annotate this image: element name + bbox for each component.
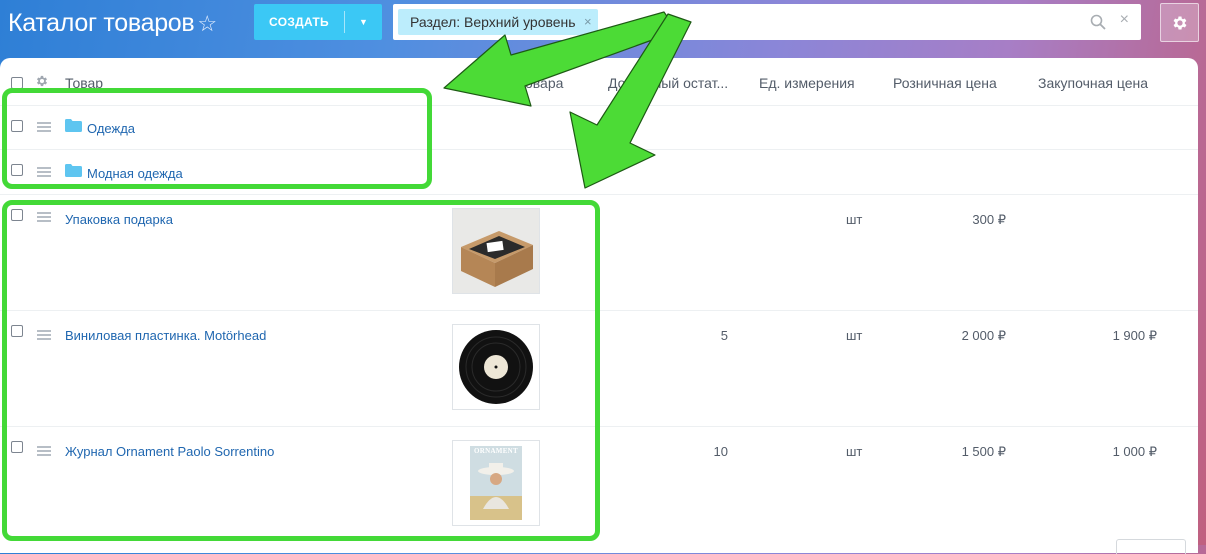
chip-close-icon[interactable]: × <box>584 9 592 35</box>
column-settings-gear-icon[interactable] <box>35 74 49 88</box>
filter-chip-label: Раздел: Верхний уровень <box>410 14 576 30</box>
highlight-products-frame <box>2 200 600 541</box>
page-title: Каталог товаров ☆ <box>8 9 217 38</box>
column-header-unit[interactable]: Ед. измерения <box>759 75 855 91</box>
clear-search-icon[interactable]: × <box>1120 11 1129 29</box>
retail-price-cell: 300 ₽ <box>972 212 1006 227</box>
bottom-control[interactable] <box>1116 539 1186 554</box>
search-icon[interactable] <box>1089 13 1107 31</box>
favorite-star-icon[interactable]: ☆ <box>197 11 217 36</box>
page-title-text: Каталог товаров <box>8 9 195 37</box>
column-header-retail-price[interactable]: Розничная цена <box>893 75 997 91</box>
unit-cell: шт <box>846 444 863 459</box>
purchase-price-cell: 1 900 ₽ <box>1112 328 1157 343</box>
highlight-sections-frame <box>2 88 432 189</box>
filter-search-input[interactable]: Раздел: Верхний уровень × × <box>393 4 1141 40</box>
available-cell: 10 <box>713 444 728 459</box>
gear-icon <box>1173 15 1186 30</box>
unit-cell: шт <box>846 328 863 343</box>
retail-price-cell: 1 500 ₽ <box>961 444 1006 459</box>
purchase-price-cell: 1 000 ₽ <box>1112 444 1157 459</box>
create-button[interactable]: СОЗДАТЬ ▼ <box>254 4 382 40</box>
create-button-label: СОЗДАТЬ <box>269 15 329 29</box>
column-header-available[interactable]: Доступный остат... <box>608 75 728 91</box>
filter-chip[interactable]: Раздел: Верхний уровень × <box>398 9 598 35</box>
chevron-down-icon[interactable]: ▼ <box>345 17 382 27</box>
column-header-purchase-price[interactable]: Закупочная цена <box>1038 75 1148 91</box>
available-cell: 5 <box>720 328 728 343</box>
unit-cell: шт <box>846 212 863 227</box>
retail-price-cell: 2 000 ₽ <box>961 328 1006 343</box>
column-header-image[interactable]: и товара <box>507 75 563 91</box>
settings-button[interactable] <box>1160 3 1199 42</box>
